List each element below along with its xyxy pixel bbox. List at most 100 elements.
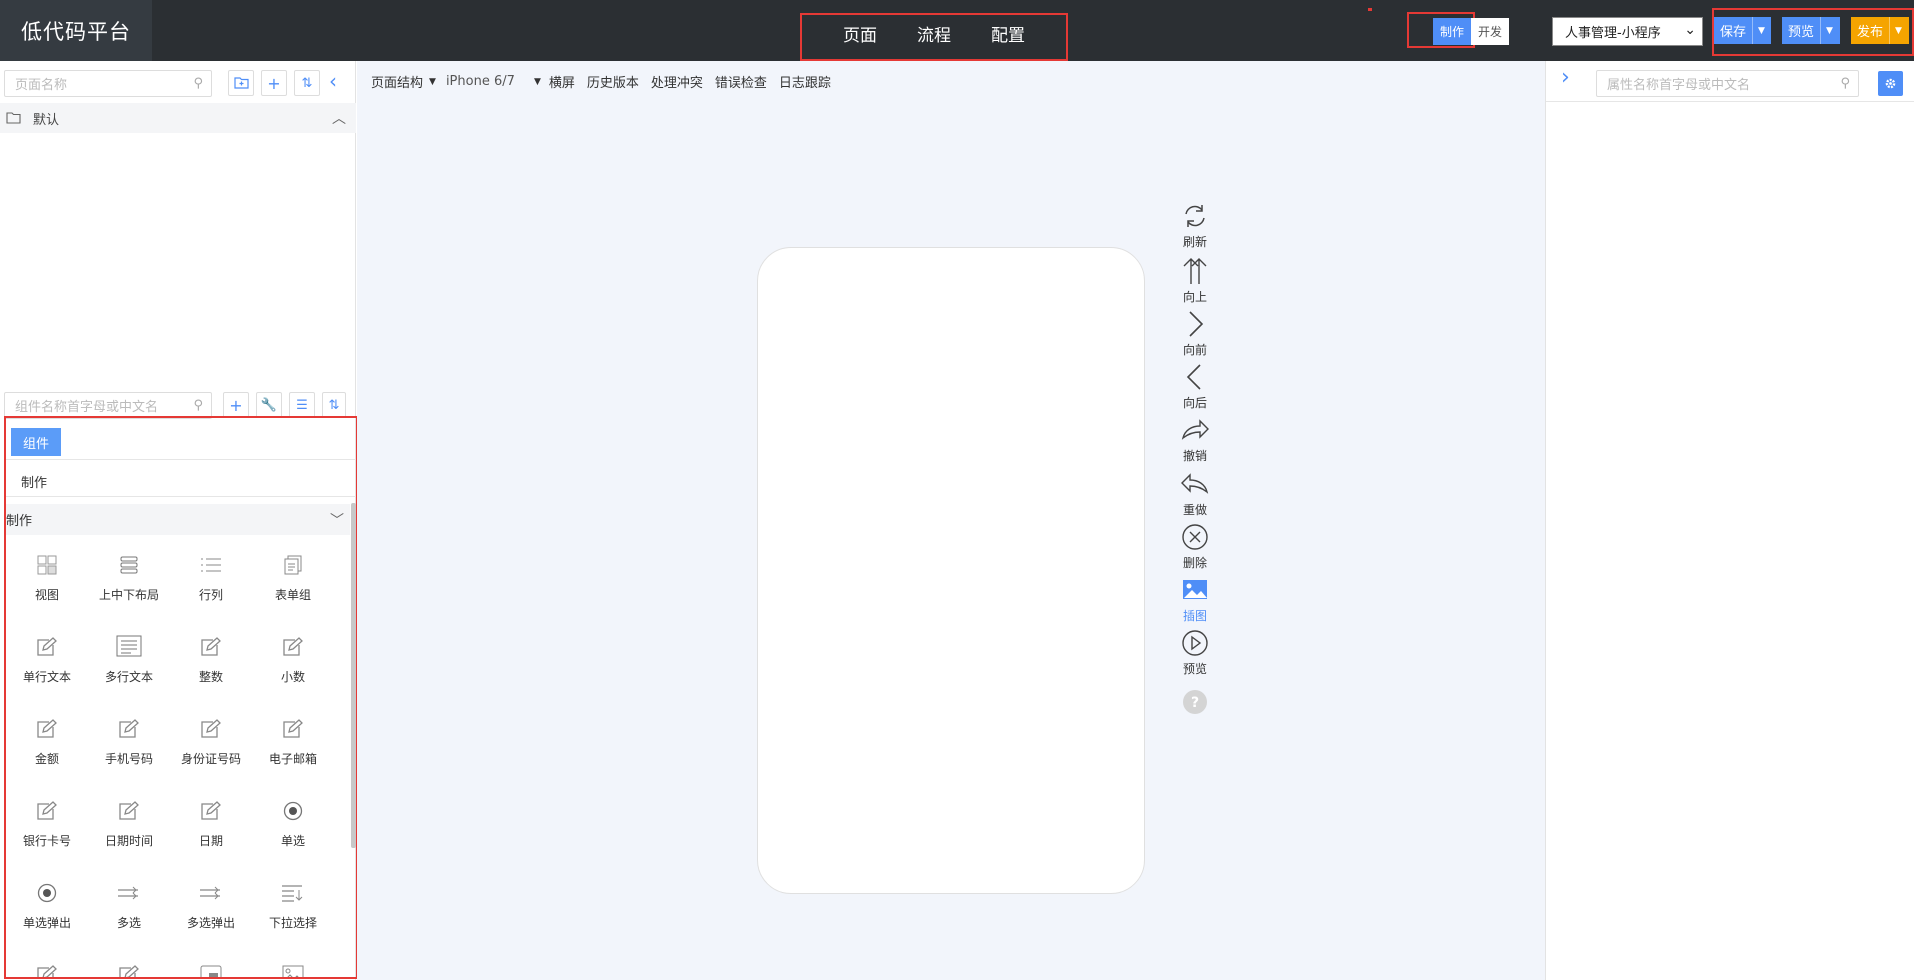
scrollbar[interactable]: [351, 503, 356, 848]
component-item[interactable]: 多行文本: [88, 626, 170, 699]
tab-components[interactable]: 组件: [11, 428, 61, 456]
new-folder-button[interactable]: [228, 70, 254, 96]
component-item[interactable]: 银行卡号: [6, 790, 88, 863]
component-item[interactable]: 日期时间: [88, 790, 170, 863]
side-action[interactable]: 重做: [1165, 469, 1225, 518]
preview-button[interactable]: 预览 ▼: [1782, 17, 1840, 44]
component-item[interactable]: 整数: [170, 626, 252, 699]
component-item[interactable]: 单行文本: [6, 626, 88, 699]
component-item[interactable]: 小数: [252, 626, 334, 699]
component-item[interactable]: [252, 954, 334, 977]
caret-down-icon[interactable]: ▼: [534, 77, 541, 87]
picture-icon: [281, 962, 305, 977]
sort-icon: ⇅: [328, 397, 340, 413]
side-action[interactable]: 向后: [1165, 362, 1225, 411]
folder-add-icon: [233, 77, 249, 89]
divider: [6, 459, 356, 460]
help-button[interactable]: ?: [1165, 687, 1225, 717]
chevron-up-icon[interactable]: ︿: [332, 108, 346, 128]
caret-down-icon[interactable]: ▼: [429, 77, 436, 87]
stack-layout-icon: [118, 552, 140, 578]
preview-dropdown-icon[interactable]: ▼: [1820, 17, 1838, 44]
component-item[interactable]: 电子邮箱: [252, 708, 334, 781]
edit-icon: [35, 962, 59, 977]
publish-label: 发布: [1857, 25, 1884, 40]
component-label: 单选弹出: [22, 916, 71, 930]
edit-icon: [117, 798, 141, 824]
category-label: 制作: [6, 514, 33, 529]
help-icon: ?: [1182, 687, 1208, 717]
conflict-button[interactable]: 处理冲突: [651, 72, 703, 91]
side-action[interactable]: 撤销: [1165, 415, 1225, 464]
side-action[interactable]: 向上: [1165, 256, 1225, 305]
component-item[interactable]: 上中下布局: [88, 544, 170, 617]
collapse-left-icon[interactable]: ‹: [329, 69, 337, 93]
add-page-button[interactable]: +: [261, 70, 287, 96]
nav-tab-page[interactable]: 页面: [843, 21, 877, 68]
page-structure-button[interactable]: 页面结构: [371, 72, 423, 91]
folder-name: 默认: [33, 112, 60, 128]
side-action[interactable]: 向前: [1165, 309, 1225, 358]
side-action[interactable]: 刷新: [1165, 201, 1225, 250]
nav-tab-config[interactable]: 配置: [991, 21, 1025, 59]
component-item[interactable]: 表单组: [252, 544, 334, 617]
page-search-input[interactable]: 页面名称 ⚲: [4, 70, 212, 97]
component-label: 多选: [116, 916, 141, 930]
side-action[interactable]: 删除: [1165, 522, 1225, 571]
app-title: 低代码平台: [0, 0, 152, 61]
component-item[interactable]: 单选弹出: [6, 872, 88, 945]
log-trace-button[interactable]: 日志跟踪: [779, 72, 831, 91]
publish-button[interactable]: 发布 ▼: [1851, 17, 1909, 44]
component-tools-button[interactable]: 🔧: [256, 392, 282, 418]
mode-make-button[interactable]: 制作: [1433, 18, 1471, 45]
app-select[interactable]: 人事管理-小程序 ⌄: [1552, 17, 1703, 46]
nav-tab-flow[interactable]: 流程: [917, 21, 951, 59]
collapse-right-icon[interactable]: ›: [1561, 65, 1570, 90]
undo-icon: [1180, 415, 1210, 445]
category-row[interactable]: 制作 ﹀: [6, 504, 350, 535]
component-item[interactable]: [88, 954, 170, 977]
component-item[interactable]: 视图: [6, 544, 88, 617]
component-sort-button[interactable]: ⇅: [322, 392, 346, 418]
history-button[interactable]: 历史版本: [587, 72, 639, 91]
publish-dropdown-icon[interactable]: ▼: [1889, 17, 1907, 44]
save-label: 保存: [1720, 25, 1747, 40]
component-item[interactable]: [6, 954, 88, 977]
settings-button[interactable]: [1878, 71, 1903, 96]
side-action[interactable]: 预览: [1165, 628, 1225, 677]
landscape-button[interactable]: 横屏: [549, 72, 575, 91]
component-label: 金额: [34, 752, 59, 766]
component-item[interactable]: [170, 954, 252, 977]
device-select[interactable]: iPhone 6/7: [446, 74, 534, 89]
phone-canvas[interactable]: [757, 247, 1145, 894]
component-search-input[interactable]: 组件名称首字母或中文名 ⚲: [4, 392, 212, 419]
chevron-down-icon: ﹀: [330, 513, 344, 529]
save-dropdown-icon[interactable]: ▼: [1752, 17, 1770, 44]
component-item[interactable]: 金额: [6, 708, 88, 781]
component-item[interactable]: 身份证号码: [170, 708, 252, 781]
play-icon: [1181, 628, 1209, 658]
component-item[interactable]: 行列: [170, 544, 252, 617]
folder-row[interactable]: 默认 ︿: [0, 103, 356, 133]
side-action[interactable]: 插图: [1165, 575, 1225, 624]
add-component-button[interactable]: +: [223, 392, 249, 418]
arrow-up-icon: [1181, 256, 1209, 286]
preview-label: 预览: [1788, 25, 1815, 40]
component-item[interactable]: 多选弹出: [170, 872, 252, 945]
edit-icon: [35, 798, 59, 824]
checklist-icon: [116, 880, 142, 906]
component-order-button[interactable]: ☰: [289, 392, 315, 418]
property-search-input[interactable]: 属性名称首字母或中文名 ⚲: [1596, 70, 1859, 97]
component-item[interactable]: 下拉选择: [252, 872, 334, 945]
save-button[interactable]: 保存 ▼: [1714, 17, 1771, 44]
component-item[interactable]: 单选: [252, 790, 334, 863]
component-item[interactable]: 手机号码: [88, 708, 170, 781]
sort-pages-button[interactable]: ⇅: [294, 70, 320, 96]
component-item[interactable]: 多选: [88, 872, 170, 945]
component-label: 上中下布局: [98, 588, 159, 602]
component-item[interactable]: 日期: [170, 790, 252, 863]
side-action-label: 向前: [1182, 343, 1207, 357]
error-check-button[interactable]: 错误检查: [715, 72, 767, 91]
edit-icon: [117, 962, 141, 977]
mode-dev-button[interactable]: 开发: [1471, 18, 1509, 45]
